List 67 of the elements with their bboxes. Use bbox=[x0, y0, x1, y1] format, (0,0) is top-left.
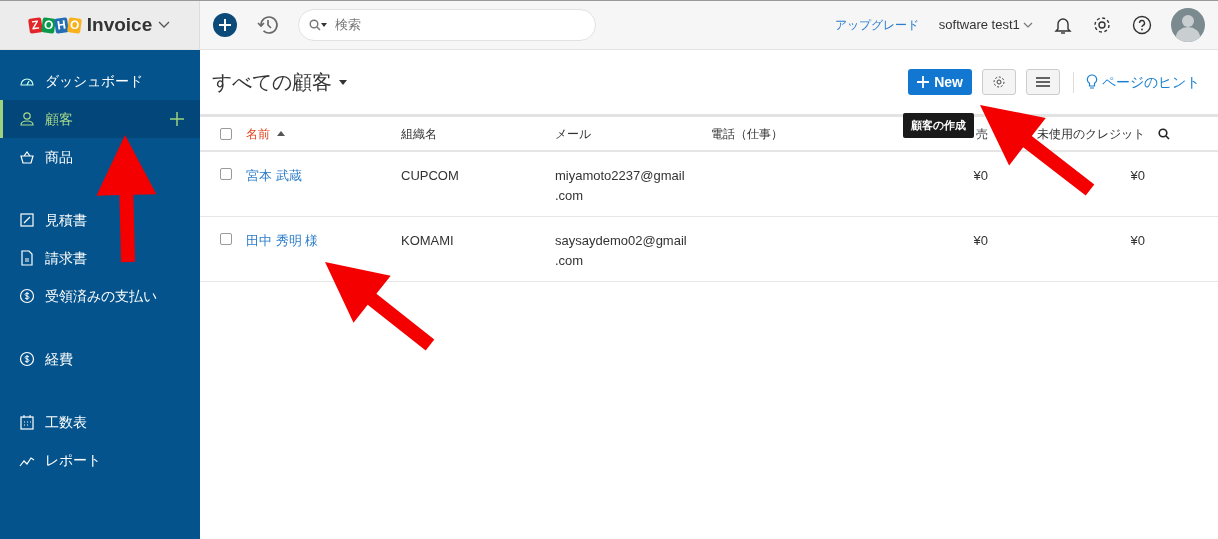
sidebar-item[interactable]: ダッシュボード bbox=[0, 62, 200, 100]
logo-letter: O bbox=[40, 16, 56, 34]
table-cell: ¥0 bbox=[973, 233, 988, 248]
chevron-down-icon[interactable] bbox=[158, 21, 171, 29]
add-icon[interactable] bbox=[213, 13, 237, 37]
logo-letter: O bbox=[66, 16, 82, 34]
column-header[interactable]: 組織名 bbox=[401, 124, 437, 143]
column-header[interactable]: 売 bbox=[976, 124, 988, 143]
new-button[interactable]: New bbox=[908, 69, 972, 95]
sidebar-item[interactable]: 経費 bbox=[0, 340, 200, 378]
column-header[interactable]: 電話（仕事） bbox=[711, 124, 783, 143]
help-icon[interactable] bbox=[1131, 15, 1152, 35]
sidebar-item[interactable]: 工数表 bbox=[0, 403, 200, 441]
sort-ascending-icon bbox=[276, 131, 285, 136]
chevron-down-icon bbox=[1023, 22, 1033, 28]
lightbulb-icon bbox=[1085, 74, 1098, 90]
table-cell: ¥0 bbox=[1130, 233, 1145, 248]
settings-icon[interactable] bbox=[1092, 15, 1112, 35]
document-icon bbox=[19, 250, 35, 266]
sidebar-item[interactable]: 請求書 bbox=[0, 239, 200, 277]
person-icon bbox=[19, 111, 35, 127]
logo-letter: H bbox=[53, 16, 69, 34]
customer-link[interactable]: 田中 秀明 様 bbox=[246, 233, 319, 248]
column-header[interactable]: 名前 bbox=[246, 124, 285, 143]
dollar-icon bbox=[19, 351, 35, 367]
customer-link[interactable]: 宮本 武蔵 bbox=[246, 168, 302, 183]
email-text: miyamoto2237@gmail.com bbox=[555, 167, 686, 205]
organization-menu[interactable]: software test1 bbox=[938, 15, 1033, 35]
checkbox[interactable] bbox=[220, 233, 232, 245]
table-cell: KOMAMI bbox=[401, 233, 454, 248]
search-icon[interactable] bbox=[309, 19, 327, 31]
sidebar-item[interactable]: レポート bbox=[0, 441, 200, 479]
table-cell: ¥0 bbox=[973, 168, 988, 183]
plus-icon[interactable] bbox=[170, 112, 184, 126]
checkbox[interactable] bbox=[220, 168, 232, 180]
menu-icon bbox=[1035, 77, 1050, 87]
bell-icon[interactable] bbox=[1052, 15, 1073, 35]
checkbox[interactable] bbox=[220, 127, 232, 140]
history-icon[interactable] bbox=[256, 14, 279, 36]
document-icon bbox=[19, 212, 35, 228]
settings-button[interactable] bbox=[981, 69, 1016, 95]
caret-icon bbox=[338, 79, 347, 85]
calendar-icon bbox=[19, 414, 35, 430]
table-cell: ¥0 bbox=[1130, 168, 1145, 183]
settings-icon bbox=[991, 75, 1006, 89]
sidebar-item[interactable]: 見積書 bbox=[0, 201, 200, 239]
menu-button[interactable] bbox=[1025, 69, 1060, 95]
basket-icon bbox=[19, 149, 35, 165]
search-icon[interactable] bbox=[1158, 127, 1170, 140]
product-name: Invoice bbox=[86, 12, 153, 37]
hint-link[interactable]: ページのヒント bbox=[1072, 71, 1200, 93]
search-field[interactable]: 検索 bbox=[333, 14, 585, 36]
plus-icon bbox=[917, 76, 930, 88]
dollar-icon bbox=[19, 288, 35, 304]
table-cell: CUPCOM bbox=[401, 168, 459, 183]
email-text: saysaydemo02@gmail.com bbox=[555, 232, 688, 270]
sidebar-item[interactable]: 顧客 bbox=[0, 100, 200, 138]
view-selector[interactable]: すべての顧客 bbox=[212, 67, 347, 97]
column-header[interactable]: メール bbox=[555, 124, 591, 143]
sidebar-item[interactable]: 商品 bbox=[0, 138, 200, 176]
upgrade-link[interactable]: アップグレード bbox=[835, 16, 920, 34]
search-bar[interactable]: 検索 bbox=[298, 9, 596, 41]
avatar-icon[interactable] bbox=[1171, 8, 1205, 42]
tooltip: 顧客の作成 bbox=[903, 113, 975, 138]
sidebar-item[interactable]: 受領済みの支払い bbox=[0, 277, 200, 315]
column-header[interactable]: 未使用のクレジット bbox=[1037, 124, 1145, 143]
logo-letter: Z bbox=[27, 16, 43, 34]
